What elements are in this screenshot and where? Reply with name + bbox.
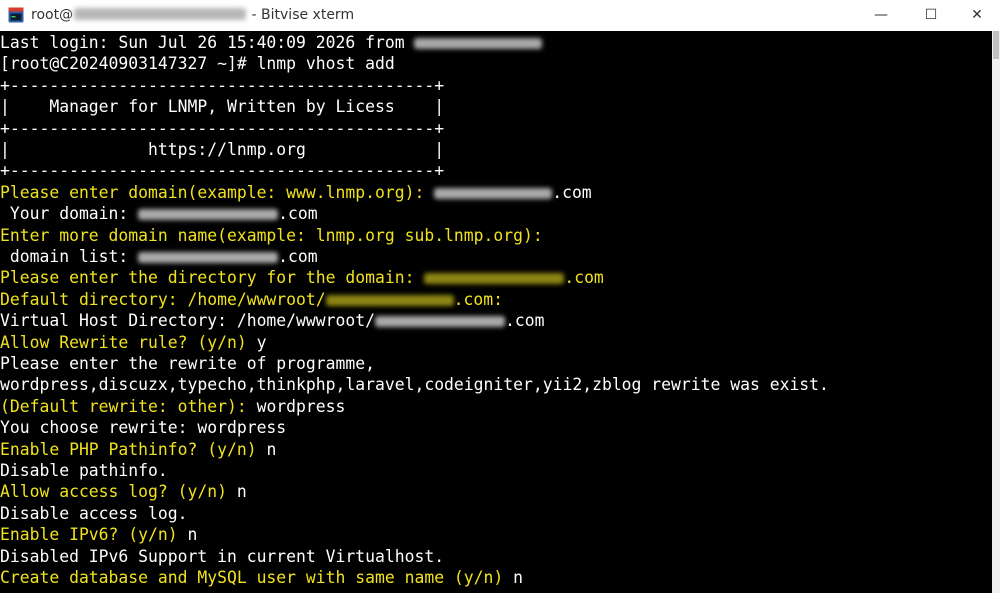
terminal-text: You choose rewrite: wordpress <box>0 418 287 438</box>
terminal-line: Please enter the directory for the domai… <box>0 267 604 288</box>
maximize-icon: ☐ <box>924 7 938 23</box>
terminal-line: Disabled IPv6 Support in current Virtual… <box>0 546 444 567</box>
terminal-text: .com <box>278 204 318 224</box>
scrollbar-thumb[interactable] <box>993 31 999 59</box>
terminal-line: +---------------------------------------… <box>0 75 444 96</box>
terminal-line: (Default rewrite: other): wordpress <box>0 396 345 417</box>
terminal-text: Disable access log. <box>0 503 188 523</box>
terminal-text: Disabled IPv6 Support in current Virtual… <box>0 546 445 566</box>
close-button[interactable]: ✕ <box>954 0 1000 31</box>
terminal-line: Please enter domain(example: www.lnmp.or… <box>0 182 592 203</box>
terminal-text: +---------------------------------------… <box>0 75 445 95</box>
terminal-output[interactable]: Last login: Sun Jul 26 15:40:09 2026 fro… <box>0 31 992 593</box>
terminal-text: Disable pathinfo. <box>0 461 168 480</box>
terminal-line: Allow access log? (y/n) n <box>0 481 247 502</box>
terminal-text: Please enter the directory for the domai… <box>0 268 425 288</box>
terminal-text: wordpress <box>256 396 346 416</box>
redacted-text <box>414 38 543 49</box>
window-title-suffix: - Bitvise xterm <box>247 7 355 23</box>
terminal-line: | https://lnmp.org | <box>0 139 444 160</box>
terminal-line: Please enter the rewrite of programme, <box>0 353 375 374</box>
terminal-text: Enter more domain name(example: lnmp.org… <box>0 225 543 245</box>
title-bar[interactable]: root@ - Bitvise xterm — ☐ ✕ <box>0 0 1000 31</box>
terminal-line: Enable PHP Pathinfo? (y/n) n <box>0 439 276 460</box>
redacted-text <box>424 273 565 285</box>
minimize-button[interactable]: — <box>858 0 904 31</box>
window-title: root@ - Bitvise xterm <box>31 6 354 24</box>
redacted-text <box>374 316 505 328</box>
terminal-line: | Manager for LNMP, Written by Licess | <box>0 96 444 117</box>
terminal-line: wordpress,discuzx,typecho,thinkphp,larav… <box>0 374 829 395</box>
terminal-line: Virtual Host Directory: /home/wwwroot/ .c… <box>0 310 544 331</box>
terminal-text: y <box>256 332 267 352</box>
terminal-text: | Manager for LNMP, Written by Licess | <box>0 97 445 117</box>
terminal-line: Enable IPv6? (y/n) n <box>0 524 197 545</box>
terminal-line: Your domain: .com <box>0 203 318 224</box>
terminal-text: domain list: <box>0 247 139 266</box>
redacted-text <box>138 209 279 221</box>
terminal-text: Enable PHP Pathinfo? (y/n) <box>0 439 267 459</box>
terminal-line: Disable access log. <box>0 503 188 524</box>
terminal-line: Default directory: /home/wwwroot/ .com: <box>0 289 503 310</box>
terminal-text: | https://lnmp.org | <box>0 140 445 159</box>
terminal-text: .com <box>564 268 604 288</box>
terminal-line: Enter more domain name(example: lnmp.org… <box>0 225 543 246</box>
terminal-line: +---------------------------------------… <box>0 118 444 139</box>
terminal-line: You choose rewrite: wordpress <box>0 417 286 438</box>
terminal-text: +---------------------------------------… <box>0 161 445 181</box>
redacted-text <box>325 294 454 306</box>
terminal-text: Create database and MySQL user with same… <box>0 568 514 587</box>
terminal-text: Last login: Sun Jul 26 15:40:09 2026 fro… <box>0 33 415 52</box>
terminal-text: +---------------------------------------… <box>0 118 445 138</box>
terminal-text: Allow access log? (y/n) <box>0 482 237 502</box>
terminal-text: Allow Rewrite rule? (y/n) <box>0 332 257 352</box>
close-icon: ✕ <box>971 7 983 23</box>
terminal-text: Please enter domain(example: www.lnmp.or… <box>0 182 435 202</box>
terminal-text: n <box>266 439 277 459</box>
terminal-text: .com <box>504 311 545 331</box>
terminal-text: [root@C20240903147327 ~]# lnmp vhost add <box>0 54 395 74</box>
maximize-button[interactable]: ☐ <box>908 0 954 31</box>
terminal-line: Create database and MySQL user with same… <box>0 567 523 588</box>
terminal-text: .com <box>278 247 318 266</box>
minimize-icon: — <box>874 7 888 23</box>
redacted-text <box>434 187 553 199</box>
terminal-line: Allow Rewrite rule? (y/n) y <box>0 332 266 353</box>
terminal-text: .com: <box>453 289 503 309</box>
vertical-scrollbar[interactable] <box>992 31 1000 593</box>
terminal-text: n <box>187 525 198 545</box>
terminal-text: Please enter the rewrite of programme, <box>0 354 375 373</box>
terminal-text: Virtual Host Directory: /home/wwwroot/ <box>0 311 375 331</box>
terminal-line: Last login: Sun Jul 26 15:40:09 2026 fro… <box>0 32 543 53</box>
terminal-text: n <box>236 482 247 502</box>
bitvise-xterm-icon <box>8 7 24 23</box>
terminal-text: wordpress,discuzx,typecho,thinkphp,larav… <box>0 375 829 395</box>
terminal-line: Disable pathinfo. <box>0 460 168 481</box>
terminal-line: +---------------------------------------… <box>0 160 444 181</box>
terminal-line: [root@C20240903147327 ~]# lnmp vhost add <box>0 53 395 74</box>
terminal-text: Enable IPv6? (y/n) <box>0 525 188 545</box>
terminal-line: domain list: .com <box>0 246 318 267</box>
terminal-text: .com <box>552 182 592 202</box>
window-title-prefix: root@ <box>31 7 74 23</box>
terminal-text: Default directory: /home/wwwroot/ <box>0 289 326 309</box>
terminal-text: Your domain: <box>0 204 139 224</box>
terminal-text: (Default rewrite: other): <box>0 396 257 416</box>
redacted-host <box>74 8 247 20</box>
terminal-text: n <box>513 568 524 587</box>
redacted-text <box>138 252 279 263</box>
